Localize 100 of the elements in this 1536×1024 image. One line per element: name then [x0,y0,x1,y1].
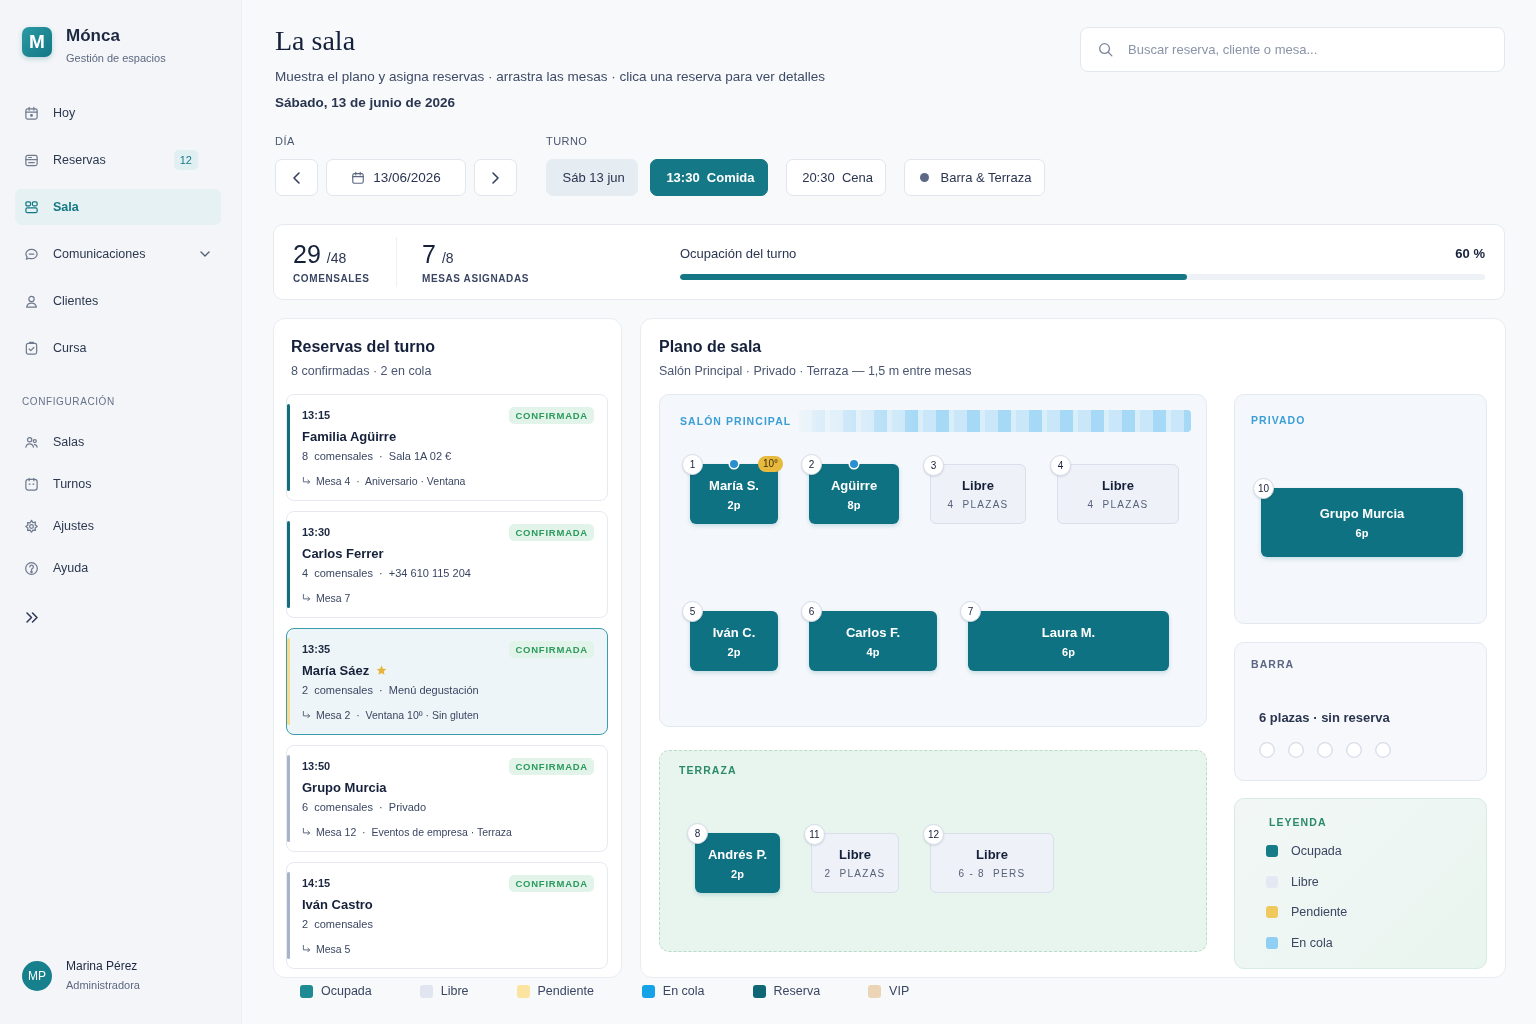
date-field[interactable]: 13/06/2026 [326,159,466,196]
bar-summary: 6 plazas · sin reserva [1259,709,1390,727]
panel-title: Plano de sala [659,337,763,357]
search-field[interactable]: Buscar reserva, cliente o mesa... [1080,27,1505,72]
reservation-time: 13:35 [302,643,331,655]
table-seats: 2p [727,497,741,512]
table-name: Libre [962,476,994,494]
table-number: 3 [923,455,944,476]
stat-value: 29 [293,239,321,269]
nav-item[interactable]: Clientes [15,283,221,319]
table-name: Agüirre [830,476,878,494]
nav-item[interactable]: Reservas 12 [15,142,221,178]
guest-name: Carlos Ferrer [302,545,384,561]
table-seats: 6p [1062,644,1075,659]
occupancy-label: Ocupación del turno [680,244,797,263]
table-name: Carlos F. [845,623,901,641]
previous-day-button[interactable] [275,159,318,196]
nav-item[interactable]: Ajustes [15,508,221,544]
avatar: MP [22,960,52,991]
table-seats: 4p [866,644,880,659]
brand-name: Mónca [66,26,121,46]
table-name: Andrés P. [708,845,767,863]
brand-logo: M [22,27,52,57]
reservation-time: 14:15 [302,877,331,889]
next-day-button[interactable] [474,159,517,196]
table-seats: 6 - 8 PERS [958,866,1026,881]
table-number: 6 [801,601,822,622]
reservation-card[interactable]: 13:50 CONFIRMADA Grupo Murcia 6 comensales · Privado Mesa 12 · Eventos de empresa · Terraza [286,745,608,852]
table-number: 1 [682,454,703,475]
reservation-card[interactable]: 14:15 CONFIRMADA Iván Castro 2 comensales Mesa 5 [286,862,608,969]
guest-name: Grupo Murcia [302,779,387,795]
stool-icon [1288,742,1304,758]
table-name: Libre [976,845,1008,863]
nav-item[interactable]: Sala [15,189,221,225]
reservation-details: 6 comensales · Privado [302,800,427,815]
chevron-right-icon [492,171,499,184]
nav-item[interactable]: Turnos [15,466,221,502]
chat-bubble-icon [24,246,39,262]
stat-label: MESAS ASIGNADAS [422,273,529,285]
legend-label: Libre [440,984,469,998]
stool-icon [1317,742,1333,758]
table-assignment: Mesa 2 · Ventana 10º · Sin gluten [316,709,479,721]
calendar-icon [24,476,39,492]
reservation-card[interactable]: 13:15 CONFIRMADA Familia Agüirre 8 comensales · Sala 1A 02 € Mesa 4 · Aniversario · Ventana [286,394,608,501]
reservation-time: 13:30 [302,526,331,538]
table-number: 5 [682,601,703,622]
search-icon [1098,42,1113,57]
count-badge: 12 [173,150,198,170]
calendar-icon [351,170,366,185]
guest-name: Iván Castro [302,896,373,912]
table-seats: 4 PLAZAS [947,497,1009,512]
reservation-card[interactable]: 13:35 CONFIRMADA María Sáez 2 comensales · Menú degustación Mesa 2 · Ventana 10º · Sin gluten [286,628,608,735]
stat-total: /48 [326,250,347,266]
table-assignment: Mesa 4 · Aniversario · Ventana [316,475,466,487]
table-number: 8 [687,823,708,844]
reservation-details: 2 comensales · Menú degustación [302,683,479,698]
nav-item[interactable]: Salas [15,424,221,460]
brand-tagline: Gestión de espacios [66,51,166,65]
status-badge: CONFIRMADA [509,874,594,892]
shift-chip[interactable]: 20:30 Cena [785,159,886,196]
return-arrow-icon [302,594,311,602]
legend-title: LEYENDA [1269,815,1327,829]
table-seats: 4 PLAZAS [1087,497,1149,512]
section-label: CONFIGURACIÓN [22,395,115,409]
panel-subtitle: 8 confirmadas · 2 en cola [291,363,433,379]
table-name: Iván C. [712,623,756,641]
panel-subtitle: Salón Principal · Privado · Terraza — 1,5 m entre mesas [659,363,973,379]
table-name: María S. [709,476,759,494]
nav-item[interactable]: Cursa [15,330,221,366]
page-date: Sábado, 13 de junio de 2026 [275,94,457,112]
table-assignment: Mesa 12 · Eventos de empresa · Terraza [316,826,512,838]
stool-icon [1375,742,1391,758]
stat-label: COMENSALES [293,273,370,285]
double-chevron-icon [26,611,38,623]
status-badge: CONFIRMADA [509,523,594,541]
user-name: Marina Pérez [66,959,139,974]
return-arrow-icon [302,711,311,719]
chevron-left-icon [293,171,300,184]
nav-item[interactable]: Ayuda [15,550,221,586]
status-badge: CONFIRMADA [509,640,594,658]
nav-item[interactable]: Comunicaciones [15,236,221,272]
shift-chip[interactable]: 13:30 Comida [649,159,768,196]
reservation-card[interactable]: 13:30 CONFIRMADA Carlos Ferrer 4 comensales · +34 610 115 204 Mesa 7 [286,511,608,618]
dot-icon [920,173,929,182]
table-seats: 8p [847,497,861,512]
list-icon [24,152,39,168]
zone-filter-chip[interactable]: Barra & Terraza [904,159,1046,196]
table-seats: 2p [731,866,744,881]
page-title: La sala [275,24,357,58]
table-number: 4 [1050,455,1071,476]
stool-icon [1259,742,1275,758]
zone-label: BARRA [1251,657,1295,671]
nav-item[interactable]: Hoy [15,95,221,131]
field-label: TURNO [546,134,588,148]
legend-label: VIP [889,984,910,998]
day-chip[interactable]: Sáb 13 jun [546,159,638,196]
table-seats: 2 PLAZAS [824,866,886,881]
field-label: DÍA [275,134,295,148]
reservation-details: 2 comensales [302,917,373,932]
settings-icon [24,518,39,534]
